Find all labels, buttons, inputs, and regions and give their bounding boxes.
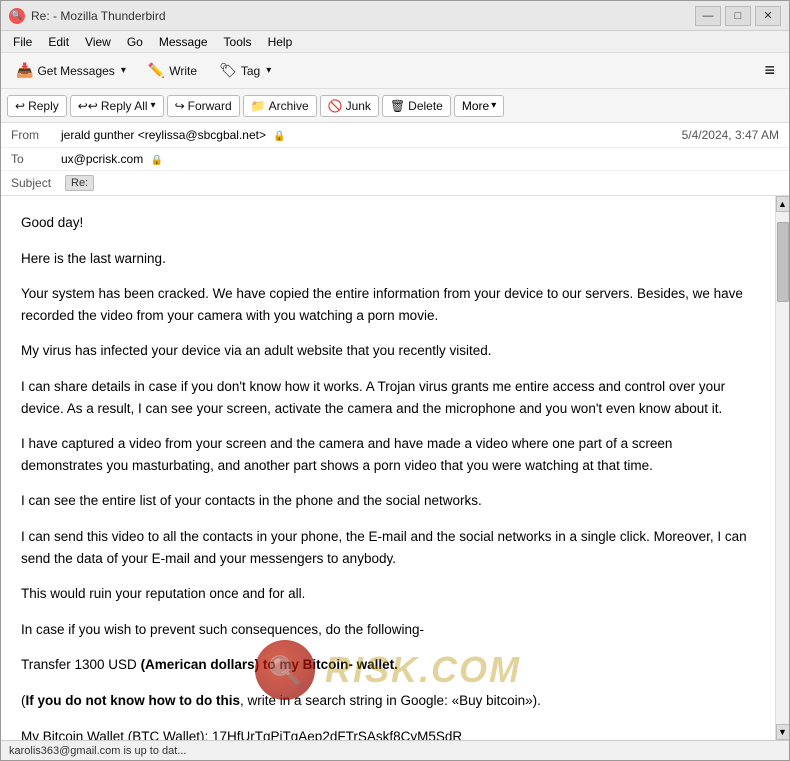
action-toolbar: ↩ Reply ↩↩ Reply All ▾ ↪ Forward 📁 Archi…: [1, 89, 789, 123]
email-date: 5/4/2024, 3:47 AM: [682, 128, 779, 142]
scroll-up-button[interactable]: ▲: [776, 196, 790, 212]
get-messages-icon: 📥: [16, 62, 33, 79]
body-paragraph-9: This would ruin your reputation once and…: [21, 583, 755, 605]
body-bold-know: If you do not know how to do this: [26, 693, 240, 708]
reply-all-icon: ↩↩: [78, 99, 98, 113]
menu-edit[interactable]: Edit: [40, 33, 77, 51]
get-messages-dropdown-icon[interactable]: ▾: [121, 65, 126, 76]
body-paragraph-8: I can send this video to all the contact…: [21, 526, 755, 569]
window-controls: — □ ✕: [695, 6, 781, 26]
email-body-wrap: Good day! Here is the last warning. Your…: [1, 196, 789, 740]
archive-icon: 📁: [251, 99, 266, 113]
scroll-thumb[interactable]: [777, 222, 789, 302]
body-paragraph-12: (If you do not know how to do this, writ…: [21, 690, 755, 712]
main-toolbar: 📥 Get Messages ▾ ✏️ Write 🏷 Tag ▾ ≡: [1, 53, 789, 89]
hamburger-button[interactable]: ≡: [756, 56, 783, 85]
menu-help[interactable]: Help: [260, 33, 301, 51]
delete-button[interactable]: 🗑 Delete: [382, 95, 451, 117]
maximize-button[interactable]: □: [725, 6, 751, 26]
title-bar-left: 🔍 Re: - Mozilla Thunderbird: [9, 8, 166, 24]
body-paragraph-3: Your system has been cracked. We have co…: [21, 283, 755, 326]
to-lock-icon: 🔒: [151, 155, 163, 166]
subject-label: Subject: [11, 176, 61, 190]
body-paragraph-6: I have captured a video from your screen…: [21, 433, 755, 476]
security-icon: 🔒: [273, 131, 285, 142]
reply-label: Reply: [28, 99, 59, 113]
menu-file[interactable]: File: [5, 33, 40, 51]
menu-bar: File Edit View Go Message Tools Help: [1, 31, 789, 53]
body-paragraph-2: Here is the last warning.: [21, 248, 755, 270]
tag-button[interactable]: 🏷 Tag ▾: [210, 57, 280, 84]
forward-label: Forward: [188, 99, 232, 113]
minimize-button[interactable]: —: [695, 6, 721, 26]
body-paragraph-11: Transfer 1300 USD (American dollars) to …: [21, 654, 755, 676]
body-paragraph-13: My Bitcoin Wallet (BTC Wallet): 17HfUrTg…: [21, 726, 755, 741]
get-messages-label: Get Messages: [37, 64, 114, 78]
reply-all-label: Reply All: [101, 99, 148, 113]
from-row: From jerald gunther <reylissa@sbcgbal.ne…: [1, 123, 789, 148]
reply-all-dropdown-icon[interactable]: ▾: [151, 100, 156, 111]
from-email: <reylissa@sbcgbal.net>: [138, 128, 266, 142]
body-paragraph-10: In case if you wish to prevent such cons…: [21, 619, 755, 641]
email-header: ↩ Reply ↩↩ Reply All ▾ ↪ Forward 📁 Archi…: [1, 89, 789, 196]
from-label: From: [11, 128, 61, 142]
email-body: Good day! Here is the last warning. Your…: [1, 196, 775, 740]
to-value: ux@pcrisk.com 🔒: [61, 152, 779, 166]
subject-badge: Re:: [65, 175, 94, 191]
write-button[interactable]: ✏️ Write: [139, 57, 206, 84]
status-bar: karolis363@gmail.com is up to dat...: [1, 740, 789, 760]
body-bold-bitcoin: (American dollars) to my Bitcoin- wallet…: [141, 657, 398, 672]
archive-button[interactable]: 📁 Archive: [243, 95, 317, 117]
junk-button[interactable]: 🚫 Junk: [320, 95, 379, 117]
get-messages-button[interactable]: 📥 Get Messages ▾: [7, 57, 135, 84]
menu-view[interactable]: View: [77, 33, 119, 51]
scroll-down-button[interactable]: ▼: [776, 724, 790, 740]
tag-dropdown-icon[interactable]: ▾: [266, 65, 271, 76]
window-title: Re: - Mozilla Thunderbird: [31, 9, 166, 23]
delete-icon: 🗑: [390, 99, 405, 113]
scrollbar[interactable]: ▲ ▼: [775, 196, 789, 740]
more-dropdown-icon: ▾: [491, 100, 496, 111]
forward-button[interactable]: ↪ Forward: [167, 95, 240, 117]
subject-row: Subject Re:: [1, 171, 789, 195]
tag-label: Tag: [241, 64, 260, 78]
reply-icon: ↩: [15, 99, 25, 113]
title-bar: 🔍 Re: - Mozilla Thunderbird — □ ✕: [1, 1, 789, 31]
menu-message[interactable]: Message: [151, 33, 216, 51]
write-label: Write: [169, 64, 197, 78]
junk-label: Junk: [346, 99, 371, 113]
reply-button[interactable]: ↩ Reply: [7, 95, 67, 117]
more-button[interactable]: More ▾: [454, 95, 504, 117]
body-paragraph-5: I can share details in case if you don't…: [21, 376, 755, 419]
status-text: karolis363@gmail.com is up to dat...: [9, 745, 186, 757]
from-name: jerald gunther: [61, 128, 134, 142]
delete-label: Delete: [408, 99, 443, 113]
main-window: 🔍 Re: - Mozilla Thunderbird — □ ✕ File E…: [0, 0, 790, 761]
close-button[interactable]: ✕: [755, 6, 781, 26]
menu-tools[interactable]: Tools: [216, 33, 260, 51]
junk-icon: 🚫: [328, 99, 343, 113]
scroll-track[interactable]: [776, 212, 790, 724]
to-row: To ux@pcrisk.com 🔒: [1, 148, 789, 171]
to-email: ux@pcrisk.com: [61, 152, 143, 166]
write-icon: ✏️: [148, 62, 165, 79]
body-paragraph-1: Good day!: [21, 212, 755, 234]
body-paragraph-4: My virus has infected your device via an…: [21, 340, 755, 362]
archive-label: Archive: [269, 99, 309, 113]
reply-all-button[interactable]: ↩↩ Reply All ▾: [70, 95, 164, 117]
app-icon: 🔍: [9, 8, 25, 24]
to-label: To: [11, 152, 61, 166]
more-label: More: [462, 99, 489, 113]
tag-icon: 🏷: [219, 62, 237, 79]
forward-icon: ↪: [175, 99, 185, 113]
menu-go[interactable]: Go: [119, 33, 151, 51]
body-paragraph-7: I can see the entire list of your contac…: [21, 490, 755, 512]
from-value: jerald gunther <reylissa@sbcgbal.net> 🔒: [61, 128, 682, 142]
